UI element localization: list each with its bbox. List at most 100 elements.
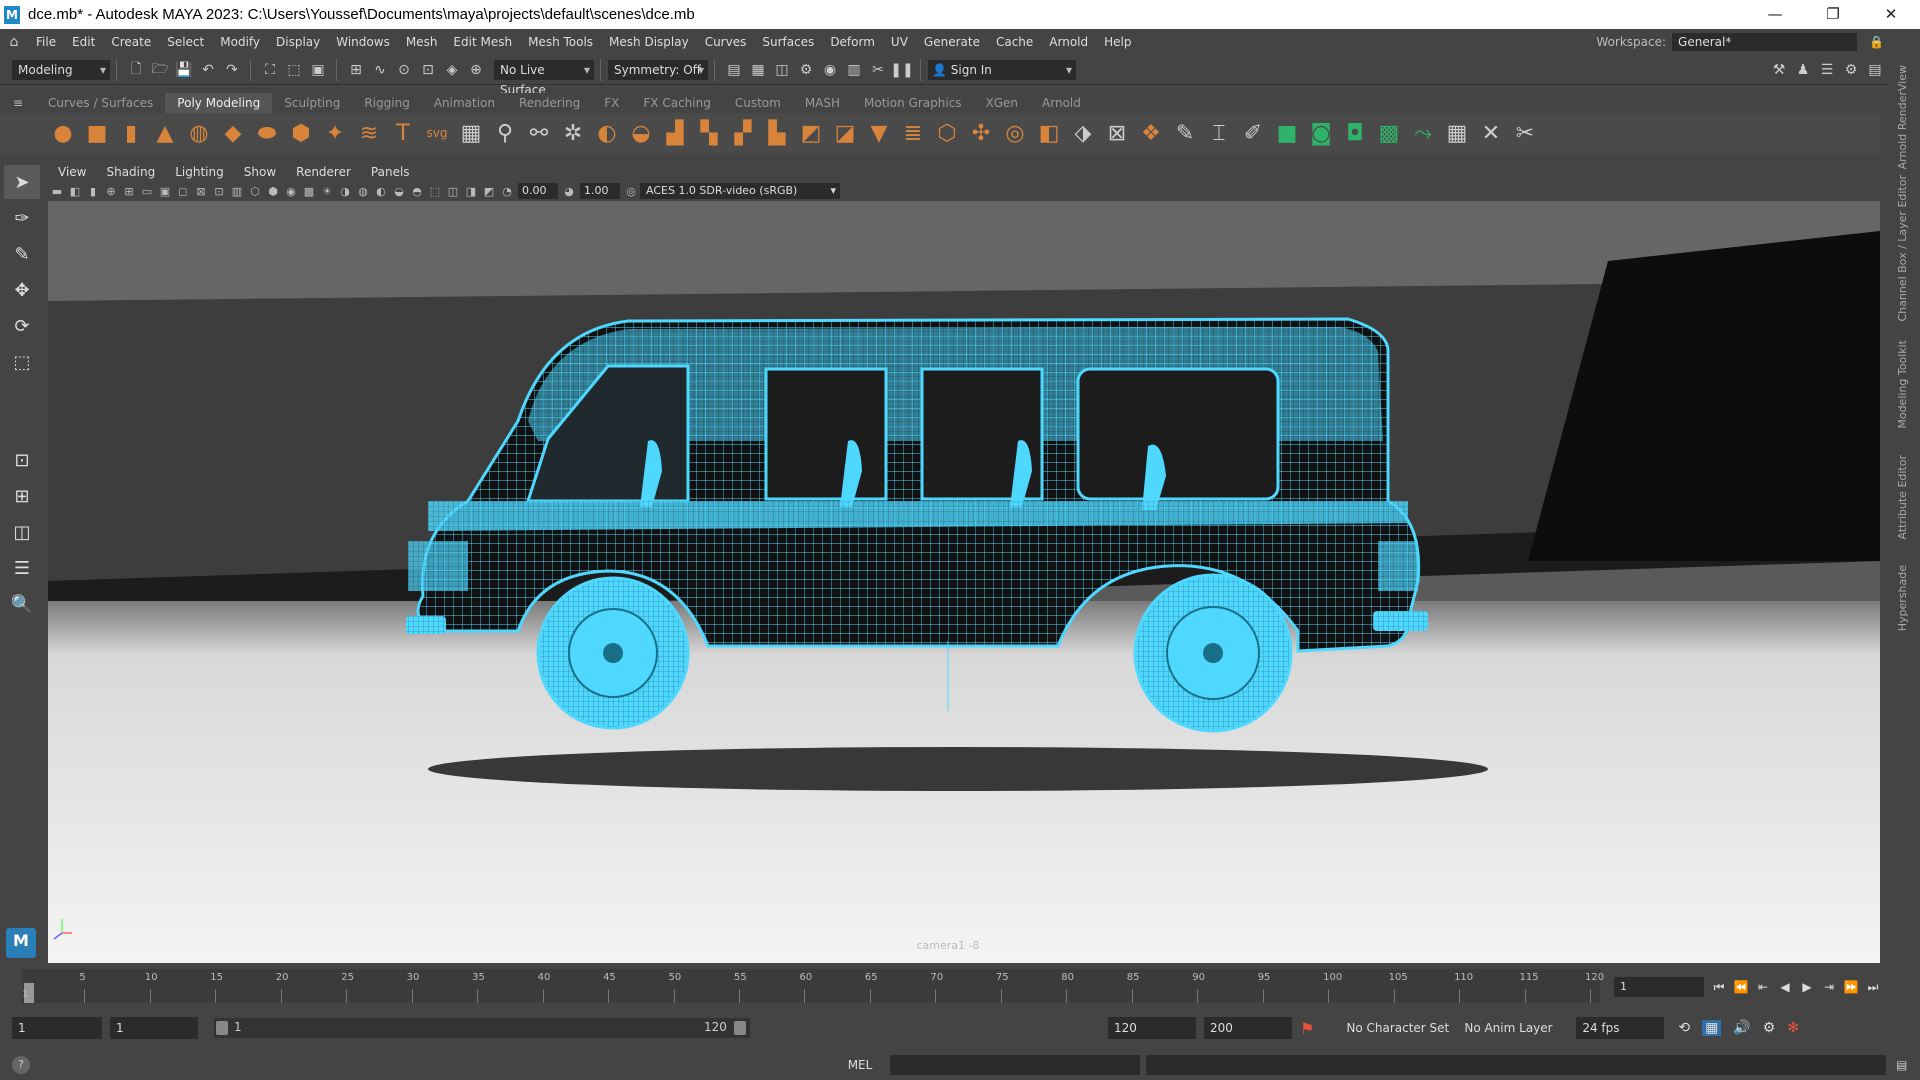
menu-edit[interactable]: Edit (64, 35, 103, 49)
viewport-3d[interactable]: camera1 -8 (48, 201, 1880, 963)
shelf-tab-curves-surfaces[interactable]: Curves / Surfaces (36, 93, 165, 113)
snap-point-icon[interactable]: ⊙ (393, 59, 415, 81)
modeling-toolkit-icon[interactable]: ⚒ (1768, 59, 1790, 81)
safe-action-icon[interactable]: ⊡ (211, 183, 227, 199)
hypershade-icon[interactable]: ◉ (819, 59, 841, 81)
menu-cache[interactable]: Cache (988, 35, 1041, 49)
uv-cut-icon[interactable]: ✕ (1476, 118, 1506, 148)
sculpt-icon[interactable]: ❖ (1136, 118, 1166, 148)
wireframe-icon[interactable]: ⬡ (247, 183, 263, 199)
attribute-editor-icon[interactable]: ☰ (1816, 59, 1838, 81)
panel-menu-shading[interactable]: Shading (96, 165, 165, 179)
image-plane-icon[interactable]: ⊕ (103, 183, 119, 199)
current-frame-field[interactable]: 1 (1614, 977, 1704, 997)
anti-alias-icon[interactable]: ◒ (391, 183, 407, 199)
menu-mesh-display[interactable]: Mesh Display (601, 35, 697, 49)
super-shape-icon[interactable]: ✦ (320, 118, 350, 148)
character-set-dropdown[interactable]: No Character Set (1340, 1017, 1450, 1039)
uv-editor-icon[interactable]: ⊠ (1102, 118, 1132, 148)
panel-menu-view[interactable]: View (48, 165, 96, 179)
menuset-dropdown[interactable]: Modeling (12, 59, 110, 80)
uv-spherical-icon[interactable]: ◘ (1340, 118, 1370, 148)
symmetry-dropdown[interactable]: Symmetry: Off (608, 59, 708, 80)
menu-display[interactable]: Display (268, 35, 328, 49)
minimize-button[interactable]: — (1746, 0, 1804, 29)
shadows-icon[interactable]: ◑ (337, 183, 353, 199)
combine-icon[interactable]: ⚯ (524, 118, 554, 148)
live-surface-field[interactable]: No Live Surface (494, 59, 594, 97)
new-scene-icon[interactable]: 🗋 (125, 59, 147, 81)
shelf-tab-fx-caching[interactable]: FX Caching (631, 93, 722, 113)
type-tool-icon[interactable]: T (388, 118, 418, 148)
color-management-dropdown[interactable]: ACES 1.0 SDR-video (sRGB) (640, 183, 840, 199)
snap-curve-icon[interactable]: ∿ (369, 59, 391, 81)
paint-select-icon[interactable]: ✎ (4, 237, 40, 271)
range-bar[interactable]: 1 120 (214, 1018, 750, 1038)
default-material-icon[interactable]: ◉ (283, 183, 299, 199)
select-camera-icon[interactable]: ▬ (49, 183, 65, 199)
xray-joints-icon[interactable]: ◨ (463, 183, 479, 199)
field-chart-icon[interactable]: ⊠ (193, 183, 209, 199)
sound-icon[interactable]: 🔊 (1733, 1020, 1750, 1036)
panel-menu-lighting[interactable]: Lighting (165, 165, 234, 179)
extrude-icon[interactable]: ▟ (660, 118, 690, 148)
shelf-menu-icon[interactable]: ≡ (0, 96, 36, 110)
sign-in-dropdown[interactable]: 👤 Sign In (928, 59, 1076, 80)
uv-automatic-icon[interactable]: ▩ (1374, 118, 1404, 148)
rotate-tool-icon[interactable]: ⟳ (4, 309, 40, 343)
menu-mesh[interactable]: Mesh (398, 35, 446, 49)
ambient-occlusion-icon[interactable]: ◍ (355, 183, 371, 199)
command-input[interactable] (890, 1054, 1140, 1075)
tab-arnold-renderview[interactable]: Arnold RenderView (1896, 65, 1909, 169)
render-settings-icon[interactable]: ⚙ (795, 59, 817, 81)
script-editor-icon[interactable]: ▤ (1896, 1058, 1907, 1072)
go-to-end-icon[interactable]: ⏭ (1862, 977, 1884, 997)
append-icon[interactable]: ▞ (728, 118, 758, 148)
smooth-icon[interactable]: ◐ (592, 118, 622, 148)
panel-menu-show[interactable]: Show (234, 165, 286, 179)
loop-icon[interactable]: ⟲ (1678, 1020, 1690, 1036)
tab-modeling-toolkit[interactable]: Modeling Toolkit (1896, 340, 1909, 429)
step-back-frame-icon[interactable]: ⇤ (1752, 977, 1774, 997)
svg-tool-icon[interactable]: svg (422, 118, 452, 148)
insert-edge-loop-icon[interactable]: ◎ (1000, 118, 1030, 148)
shelf-tab-sculpting[interactable]: Sculpting (272, 93, 352, 113)
select-object-icon[interactable]: ⬚ (283, 59, 305, 81)
menu-create[interactable]: Create (103, 35, 159, 49)
menu-uv[interactable]: UV (883, 35, 916, 49)
target-weld-icon[interactable]: ≣ (898, 118, 928, 148)
step-back-key-icon[interactable]: ⏪ (1730, 977, 1752, 997)
poly-torus-icon[interactable]: ◍ (184, 118, 214, 148)
menu-generate[interactable]: Generate (916, 35, 988, 49)
exposure-field[interactable]: 0.00 (518, 183, 558, 199)
poly-cone-icon[interactable]: ▲ (150, 118, 180, 148)
separate-icon[interactable]: ✲ (558, 118, 588, 148)
smooth-shade-icon[interactable]: ⬢ (265, 183, 281, 199)
camera-attributes-icon[interactable]: ◧ (67, 183, 83, 199)
menu-curves[interactable]: Curves (697, 35, 755, 49)
workspace-dropdown[interactable]: General* (1672, 33, 1858, 51)
boolean-icon[interactable]: ◪ (830, 118, 860, 148)
platonic-solid-icon[interactable]: ⬢ (286, 118, 316, 148)
tab-attribute-editor[interactable]: Attribute Editor (1896, 455, 1909, 540)
redo-icon[interactable]: ↷ (221, 59, 243, 81)
snap-grid-icon[interactable]: ⊞ (345, 59, 367, 81)
fill-hole-icon[interactable]: ▙ (762, 118, 792, 148)
help-icon[interactable]: ? (12, 1055, 30, 1074)
poly-disc-icon[interactable]: ⬬ (252, 118, 282, 148)
offset-edge-loop-icon[interactable]: ◧ (1034, 118, 1064, 148)
mirror-icon[interactable]: ⚲ (490, 118, 520, 148)
bridge-icon[interactable]: ▚ (694, 118, 724, 148)
shelf-tab-poly-modeling[interactable]: Poly Modeling (165, 93, 273, 113)
move-tool-icon[interactable]: ✥ (4, 273, 40, 307)
grid-toggle-icon[interactable]: ⊞ (121, 183, 137, 199)
lock-icon[interactable]: 🔒 (1869, 35, 1884, 49)
select-component-icon[interactable]: ▣ (307, 59, 329, 81)
menu-deform[interactable]: Deform (822, 35, 883, 49)
key-tangent-icon[interactable]: ✻ (1787, 1020, 1799, 1036)
play-forwards-icon[interactable]: ▶ (1796, 977, 1818, 997)
undo-icon[interactable]: ↶ (197, 59, 219, 81)
shelf-tab-arnold[interactable]: Arnold (1030, 93, 1093, 113)
shelf-tab-xgen[interactable]: XGen (974, 93, 1031, 113)
tool-settings-icon[interactable]: ⚙ (1840, 59, 1862, 81)
